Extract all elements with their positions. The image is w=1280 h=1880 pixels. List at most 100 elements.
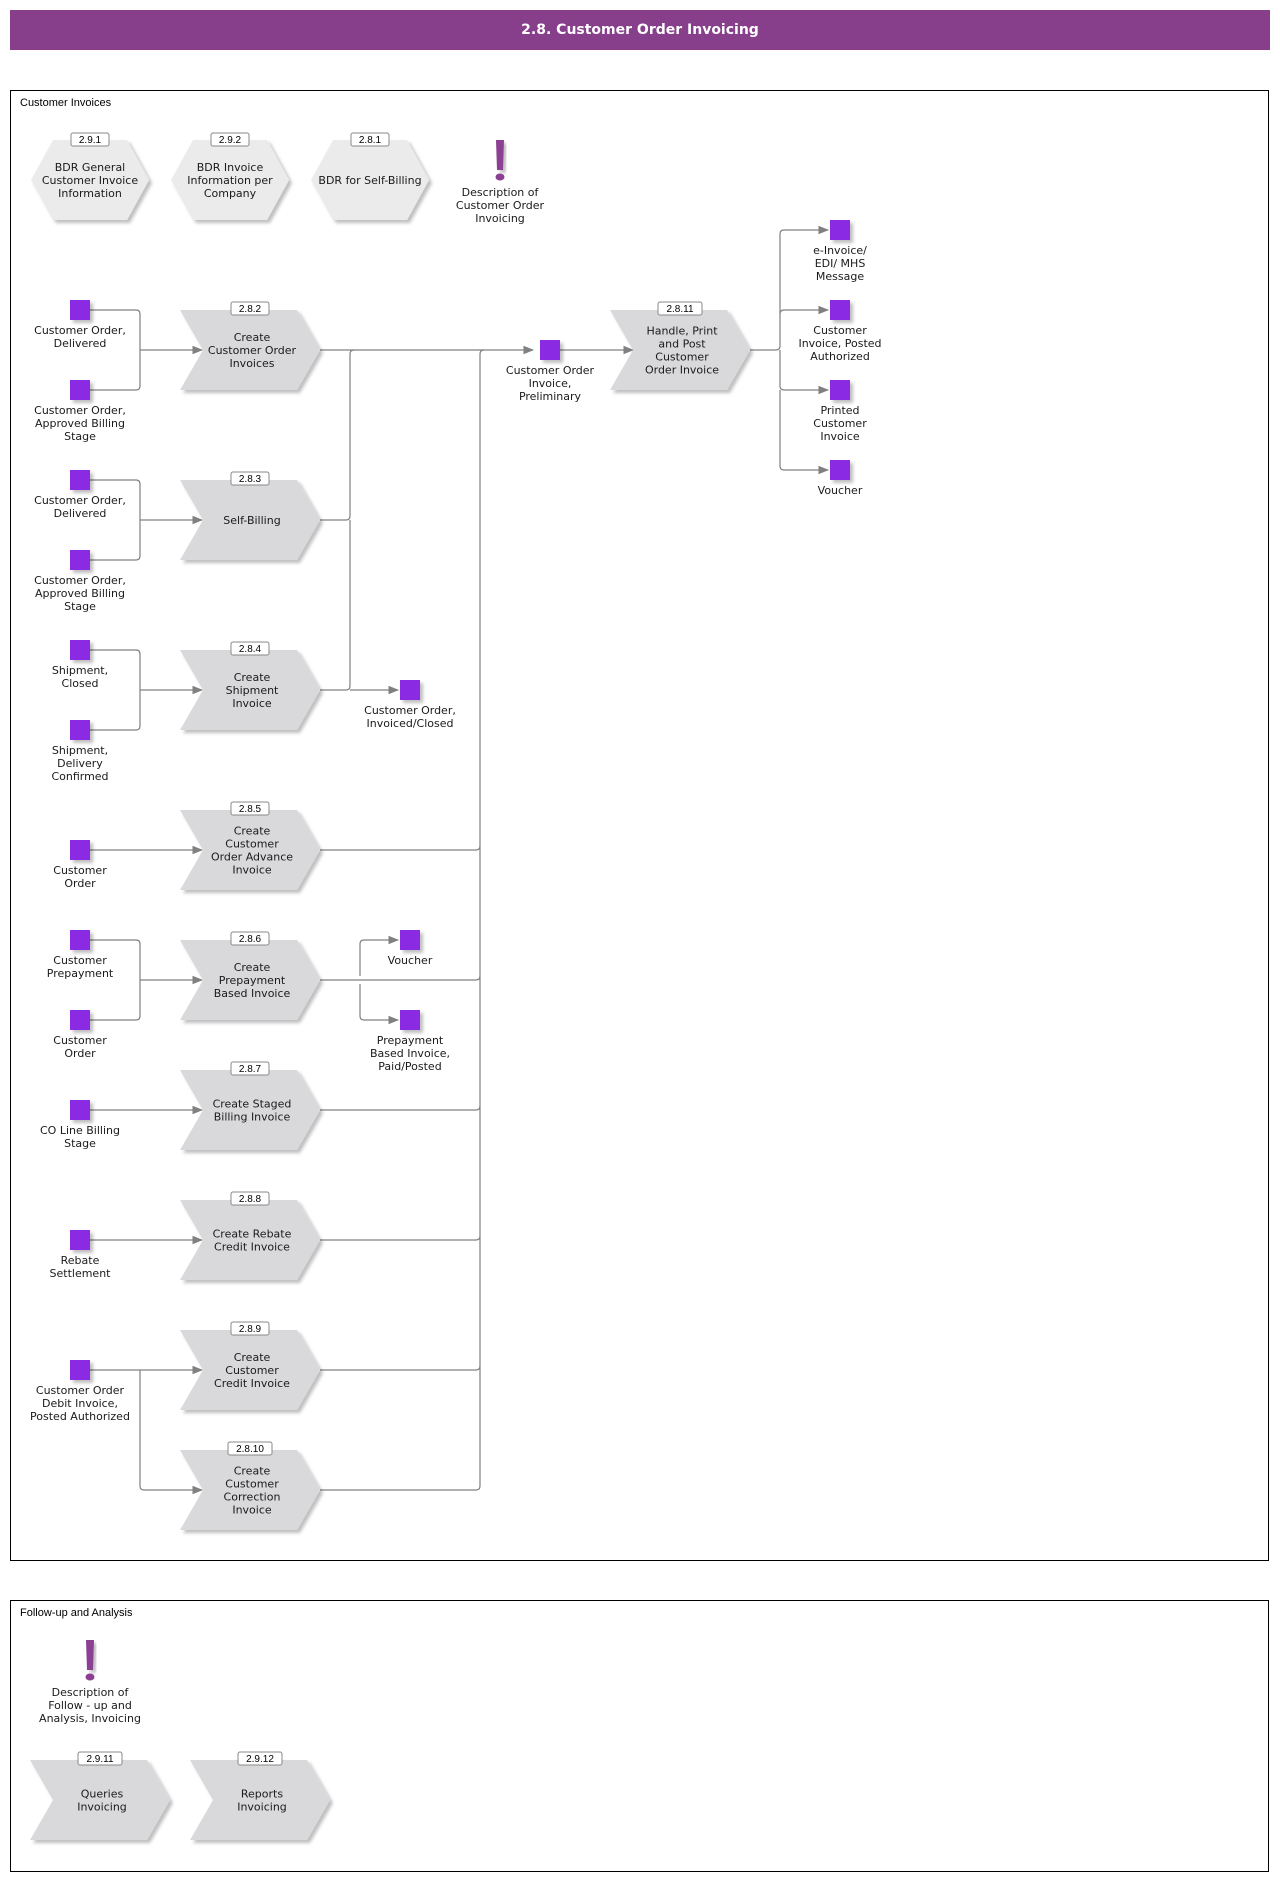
- event-label: Customer Order: [506, 364, 595, 377]
- process-2-9-12[interactable]: 2.9.12 ReportsInvoicing: [190, 1751, 330, 1840]
- connector: [320, 1365, 481, 1371]
- event-label: Delivery: [57, 757, 103, 770]
- event-label: Customer: [813, 417, 867, 430]
- process-label: Shipment: [226, 684, 279, 697]
- process-tag: 2.9.11: [86, 1754, 113, 1765]
- connector: [90, 479, 141, 561]
- event-label: Voucher: [388, 954, 433, 967]
- event-square: [70, 720, 90, 740]
- event-square: [830, 300, 850, 320]
- process-label: Invoice: [232, 864, 272, 877]
- process-2-8-2[interactable]: 2.8.2 CreateCustomer OrderInvoices: [180, 301, 320, 390]
- process-2-9-11[interactable]: 2.9.11 QueriesInvoicing: [30, 1751, 170, 1840]
- event-square: [830, 220, 850, 240]
- event-e13[interactable]: Customer Order,Invoiced/Closed: [364, 680, 456, 730]
- event-label: Customer Order,: [34, 324, 126, 337]
- hexagon-label: Company: [204, 187, 257, 200]
- hexagon-2-9-1[interactable]: 2.9.1 BDR GeneralCustomer InvoiceInformat…: [31, 132, 149, 220]
- connector-arrow: [359, 984, 400, 1025]
- event-e7[interactable]: CustomerOrder: [53, 840, 107, 890]
- event-e1[interactable]: Customer Order,Delivered: [34, 300, 126, 350]
- description-label: Description of: [52, 1686, 130, 1699]
- event-e3[interactable]: Customer Order,Delivered: [34, 470, 126, 520]
- event-label: Customer Order,: [34, 574, 126, 587]
- description-1[interactable]: Description ofCustomer OrderInvoicing: [456, 140, 545, 225]
- event-label: Shipment,: [52, 664, 108, 677]
- connector: [320, 520, 351, 691]
- event-label: Customer: [53, 864, 107, 877]
- process-2-8-3[interactable]: 2.8.3 Self-Billing: [180, 471, 320, 560]
- event-label: Invoice,: [529, 377, 572, 390]
- hexagon-label: BDR Invoice: [197, 161, 264, 174]
- event-label: Approved Billing: [35, 587, 125, 600]
- connector: [320, 349, 355, 521]
- process-2-8-9[interactable]: 2.8.9 CreateCustomerCredit Invoice: [180, 1321, 320, 1410]
- process-tag: 2.9.12: [246, 1754, 274, 1765]
- process-label: Credit Invoice: [214, 1241, 290, 1254]
- process-label: Reports: [241, 1788, 283, 1801]
- process-label: Create: [234, 331, 271, 344]
- event-e9[interactable]: CustomerOrder: [53, 1010, 107, 1060]
- description-label: Description of: [462, 186, 540, 199]
- event-label: EDI/ MHS: [815, 257, 866, 270]
- event-e20[interactable]: Voucher: [818, 460, 863, 497]
- process-2-8-8[interactable]: 2.8.8 Create RebateCredit Invoice: [180, 1191, 320, 1280]
- hexagon-label: Customer Invoice: [42, 174, 138, 187]
- nodes: 2.9.1BDR GeneralCustomer InvoiceInformat…: [30, 132, 882, 1840]
- process-label: Order Invoice: [645, 364, 719, 377]
- process-2-8-7[interactable]: 2.8.7 Create StagedBilling Invoice: [180, 1061, 320, 1150]
- event-label: Customer Order,: [34, 494, 126, 507]
- event-square: [400, 1010, 420, 1030]
- description-2[interactable]: Description ofFollow - up andAnalysis, I…: [39, 1640, 141, 1725]
- connector: [320, 1235, 481, 1241]
- hexagon-label: Information per: [187, 174, 273, 187]
- process-2-8-5[interactable]: 2.8.5 CreateCustomerOrder AdvanceInvoice: [180, 801, 320, 890]
- event-square: [70, 840, 90, 860]
- process-2-8-11[interactable]: 2.8.11 Handle, Printand PostCustomerOrder…: [610, 301, 750, 390]
- process-2-8-10[interactable]: 2.8.10 CreateCustomerCorrectionInvoice: [180, 1441, 320, 1530]
- event-e5[interactable]: Shipment,Closed: [52, 640, 108, 690]
- event-square: [70, 1360, 90, 1380]
- connector: [320, 845, 481, 851]
- process-tag: 2.8.8: [239, 1194, 262, 1205]
- process-label: Invoices: [229, 357, 274, 370]
- event-square: [830, 380, 850, 400]
- connector: [479, 349, 485, 1486]
- process-tag: 2.8.3: [239, 474, 262, 485]
- event-label: Customer: [813, 324, 867, 337]
- hexagon-2-9-2[interactable]: 2.9.2 BDR InvoiceInformation perCompany: [171, 132, 289, 220]
- process-label: Queries: [81, 1788, 124, 1801]
- event-label: Customer Order: [36, 1384, 125, 1397]
- hexagon-label: Information: [58, 187, 122, 200]
- event-label: Prepayment: [47, 967, 114, 980]
- process-2-8-6[interactable]: 2.8.6 CreatePrepaymentBased Invoice: [180, 931, 320, 1020]
- process-label: Customer: [655, 351, 709, 364]
- event-e11[interactable]: RebateSettlement: [50, 1230, 112, 1280]
- process-label: Prepayment: [219, 974, 286, 987]
- process-label: Invoice: [232, 697, 272, 710]
- event-label: e-Invoice/: [813, 244, 867, 257]
- connector: [90, 309, 141, 391]
- event-square: [830, 460, 850, 480]
- process-label: Customer: [225, 1364, 279, 1377]
- process-label: Create: [234, 671, 271, 684]
- event-label: Delivered: [54, 337, 107, 350]
- process-label: Invoicing: [77, 1801, 127, 1814]
- event-label: Prepayment: [377, 1034, 444, 1047]
- process-2-8-4[interactable]: 2.8.4 CreateShipmentInvoice: [180, 641, 320, 730]
- event-square: [400, 680, 420, 700]
- process-label: Handle, Print: [646, 325, 718, 338]
- event-e14[interactable]: Voucher: [388, 930, 433, 967]
- event-e10[interactable]: CO Line BillingStage: [40, 1100, 120, 1150]
- event-e8[interactable]: CustomerPrepayment: [47, 930, 114, 980]
- event-square: [70, 930, 90, 950]
- process-tag: 2.8.7: [239, 1064, 262, 1075]
- event-label: Customer Order,: [34, 404, 126, 417]
- process-label: Create: [234, 1351, 271, 1364]
- hexagon-tag: 2.9.1: [79, 135, 102, 146]
- event-square: [540, 340, 560, 360]
- process-label: Based Invoice: [214, 987, 291, 1000]
- process-label: Customer: [225, 838, 279, 851]
- event-label: Stage: [64, 600, 96, 613]
- hexagon-2-8-1[interactable]: 2.8.1 BDR for Self-Billing: [311, 132, 429, 220]
